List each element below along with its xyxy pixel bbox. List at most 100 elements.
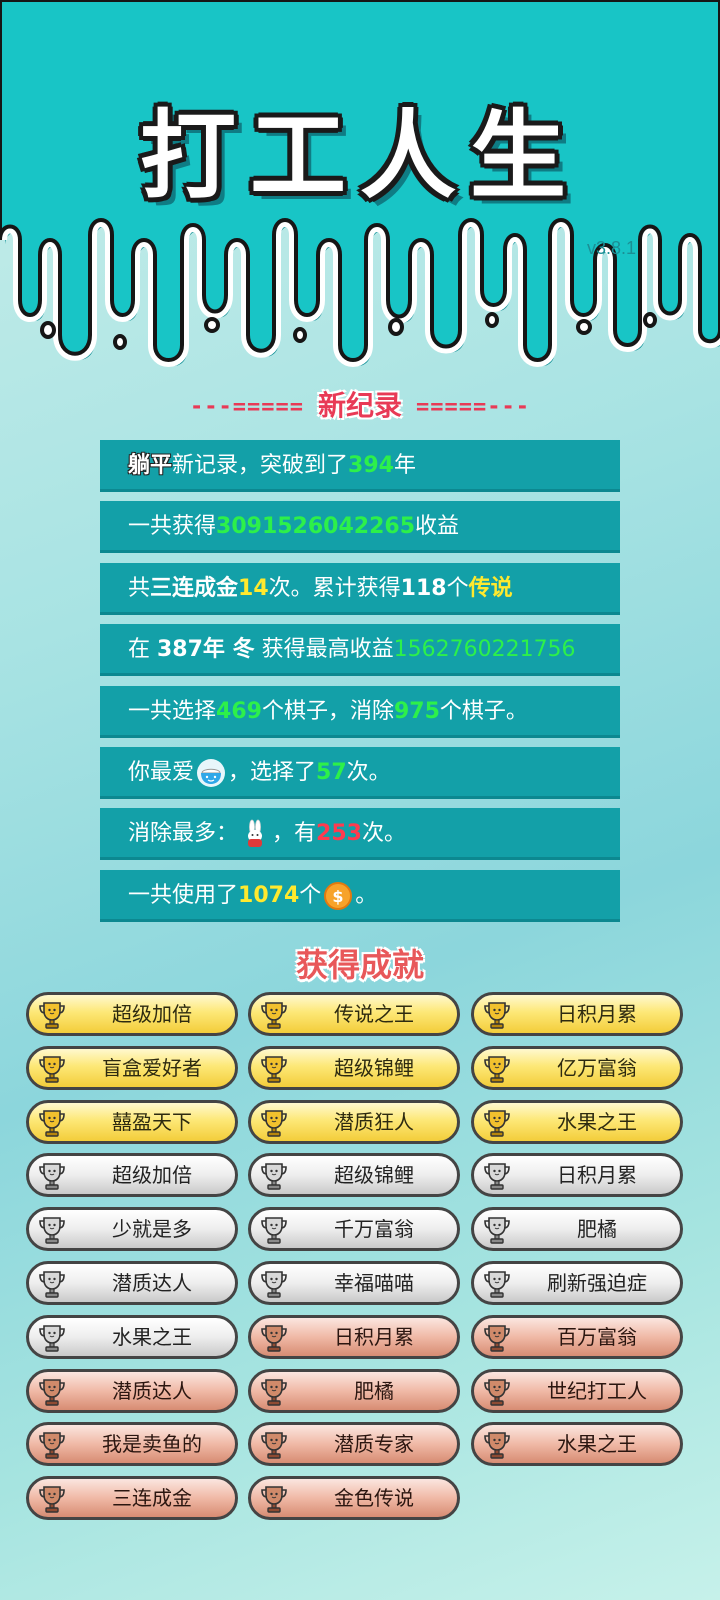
stat-number: 394 (348, 453, 394, 478)
stat-highlight: 躺平 (128, 453, 173, 478)
achievement-badge-gold[interactable]: 传说之王 (248, 992, 460, 1036)
achievement-label: 日积月累 (557, 1002, 637, 1026)
achievement-badge-silver[interactable]: 肥橘 (471, 1207, 683, 1252)
achievement-label: 刷新强迫症 (547, 1271, 647, 1295)
achievement-badge-bronze[interactable]: 百万富翁 (471, 1314, 683, 1359)
achievement-label: 潜质专家 (334, 1432, 414, 1457)
stat-text: 次。 (361, 821, 406, 847)
achievement-badge-gold[interactable]: 亿万富翁 (471, 1045, 683, 1090)
achievement-label: 盲盒爱好者 (102, 1055, 202, 1080)
trophy-icon (484, 1271, 510, 1298)
stat-number: 118 (400, 575, 447, 601)
trophy-icon (261, 1486, 287, 1513)
achievement-badge-bronze[interactable]: 三连成金 (26, 1476, 238, 1521)
achievement-badge-bronze[interactable]: 世纪打工人 (471, 1368, 683, 1413)
achievement-label: 潜质达人 (112, 1271, 192, 1295)
achievement-label: 金色传说 (334, 1486, 414, 1511)
stat-row-total-income: 一共获得3091526042265收益 (100, 501, 620, 554)
svg-text:$: $ (333, 887, 344, 906)
stat-text: 共 (128, 575, 151, 601)
achievement-label: 潜质狂人 (334, 1109, 414, 1134)
stat-text: 个棋子，消除 (261, 698, 394, 724)
achievement-badge-gold[interactable]: 潜质狂人 (248, 1099, 460, 1144)
stat-text: 消除最多： (128, 821, 239, 847)
achievement-badge-silver[interactable]: 少就是多 (26, 1207, 238, 1252)
achievement-badge-silver[interactable]: 水果之王 (26, 1314, 238, 1359)
achievement-label: 三连成金 (112, 1486, 192, 1511)
version-label: v3.8.1 (586, 238, 636, 258)
achievement-badge-gold[interactable]: 超级锦鲤 (248, 1045, 460, 1090)
stat-number: 469 (216, 698, 262, 724)
achievement-badge-bronze[interactable]: 金色传说 (248, 1476, 460, 1521)
achievement-badge-bronze[interactable]: 水果之王 (471, 1422, 683, 1467)
stat-text: 一共选择 (128, 698, 217, 724)
achievement-badge-bronze[interactable]: 潜质专家 (248, 1422, 460, 1467)
trophy-icon (261, 1055, 287, 1083)
stat-text: 年 (393, 453, 416, 478)
achievement-badge-gold[interactable]: 超级加倍 (26, 992, 238, 1036)
achievement-label: 百万富翁 (557, 1324, 637, 1349)
achievement-label: 潜质达人 (112, 1378, 192, 1403)
trophy-icon (484, 1163, 510, 1191)
achievement-label: 囍盈天下 (112, 1109, 192, 1134)
stat-text: 个 (446, 575, 469, 601)
achievement-label: 日积月累 (334, 1324, 414, 1349)
trophy-icon (261, 1378, 287, 1406)
trophy-icon (261, 1002, 287, 1029)
stat-text: 你最爱 (128, 759, 195, 785)
stat-text: 个棋子。 (439, 698, 528, 724)
achievement-badge-bronze[interactable]: 肥橘 (248, 1368, 460, 1413)
trophy-icon (261, 1109, 287, 1137)
stat-text: 在 (128, 637, 157, 663)
stat-row-favorite: 你最爱 ，选择了57次。 (100, 746, 620, 799)
stat-text: 收益 (415, 514, 460, 540)
achievement-label: 肥橘 (577, 1217, 617, 1242)
achievement-badge-silver[interactable]: 日积月累 (471, 1153, 683, 1198)
achievement-badge-gold[interactable]: 囍盈天下 (26, 1099, 238, 1144)
trophy-icon (261, 1324, 287, 1352)
achievement-badge-gold[interactable]: 水果之王 (471, 1099, 683, 1144)
stat-text: 个 (299, 882, 322, 908)
new-record-title: 新纪录 (317, 389, 402, 422)
stat-row-triple-gold: 共三连成金14次。累计获得118个传说 (100, 562, 620, 615)
achievement-badge-bronze[interactable]: 日积月累 (248, 1314, 460, 1359)
trophy-icon (484, 1055, 510, 1083)
achievement-label: 水果之王 (557, 1109, 637, 1134)
stat-number: 57 (316, 759, 347, 785)
achievement-badge-silver[interactable]: 千万富翁 (248, 1207, 460, 1252)
stat-bold: 三连成金 (150, 575, 239, 601)
achievement-badge-silver[interactable]: 超级锦鲤 (248, 1153, 460, 1198)
stat-row-most-removed: 消除最多： ，有253次。 (100, 808, 620, 861)
achievement-badge-bronze[interactable]: 潜质达人 (26, 1368, 238, 1413)
stat-text: 。 (355, 882, 378, 908)
trophy-icon (261, 1163, 287, 1191)
trophy-icon (39, 1378, 65, 1406)
achievement-badge-gold[interactable]: 盲盒爱好者 (26, 1045, 238, 1090)
stat-number: 253 (316, 821, 362, 847)
trophy-icon (261, 1432, 287, 1460)
achievement-badge-bronze[interactable]: 我是卖鱼的 (26, 1422, 238, 1467)
achievement-label: 日积月累 (557, 1163, 637, 1188)
achievement-label: 世纪打工人 (547, 1378, 647, 1403)
trophy-icon (39, 1486, 65, 1513)
trophy-icon (39, 1217, 65, 1244)
achievement-badge-silver[interactable]: 幸福喵喵 (248, 1261, 460, 1305)
trophy-icon (484, 1109, 510, 1137)
trophy-icon (39, 1055, 65, 1083)
achievement-badge-silver[interactable]: 潜质达人 (26, 1261, 238, 1305)
stat-number: 1562760221756 (393, 637, 576, 663)
new-record-heading: ---===== 新纪录 =====--- (0, 384, 720, 424)
stat-text: ，有 (272, 821, 317, 847)
rice-bowl-icon (197, 758, 226, 787)
achievement-badge-silver[interactable]: 超级加倍 (26, 1153, 238, 1198)
achievement-badge-gold[interactable]: 日积月累 (471, 992, 683, 1036)
achievement-label: 幸福喵喵 (334, 1271, 414, 1295)
achievement-label: 传说之王 (334, 1002, 414, 1026)
achievement-label: 超级锦鲤 (334, 1055, 414, 1080)
achievement-badge-silver[interactable]: 刷新强迫症 (471, 1261, 683, 1305)
stat-text: 获得最高收益 (254, 637, 394, 663)
achievement-label: 水果之王 (112, 1324, 192, 1349)
achievement-label: 千万富翁 (334, 1217, 414, 1242)
achievement-label: 超级加倍 (112, 1163, 192, 1188)
stat-season: 387年 冬 (157, 637, 255, 663)
